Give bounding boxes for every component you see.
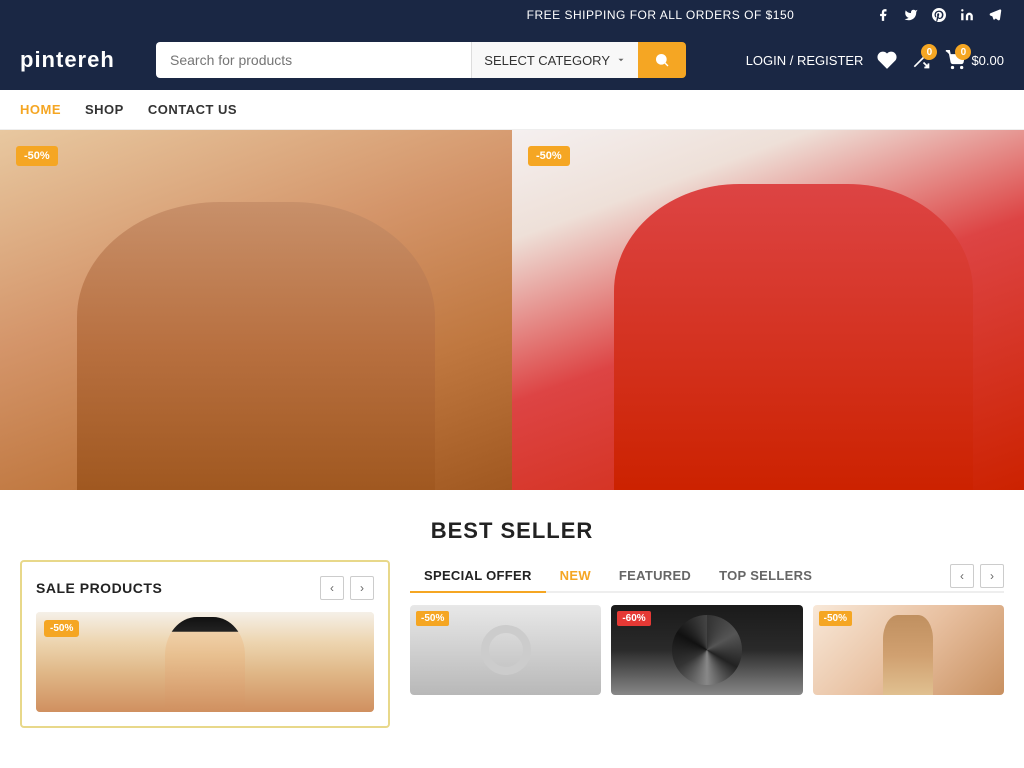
cart-button[interactable]: 0 $0.00 — [945, 50, 1004, 70]
offer-arrows: ‹ › — [950, 564, 1004, 588]
top-banner: FREE SHIPPING FOR ALL ORDERS OF $150 — [0, 0, 1024, 30]
header-right: LOGIN / REGISTER 0 0 $0.00 — [746, 50, 1004, 70]
sale-model-figure — [165, 617, 245, 712]
offer-prev-button[interactable]: ‹ — [950, 564, 974, 588]
hero-section: -50% -50% — [0, 130, 1024, 490]
offer-next-button[interactable]: › — [980, 564, 1004, 588]
header: pintereh SELECT CATEGORY LOGIN / REGISTE… — [0, 30, 1024, 90]
offer-product-2-badge: -60% — [617, 611, 650, 626]
compare-badge: 0 — [921, 44, 937, 60]
search-bar: SELECT CATEGORY — [156, 42, 686, 78]
sale-products-box: SALE PRODUCTS ‹ › -50% — [20, 560, 390, 728]
cart-amount: $0.00 — [971, 53, 1004, 68]
wishlist-button[interactable] — [877, 50, 897, 70]
nav-home[interactable]: HOME — [20, 102, 61, 117]
heart-icon — [877, 50, 897, 70]
nav-contact[interactable]: CONTACT US — [148, 102, 237, 117]
model-product-shape — [883, 615, 933, 695]
compare-button[interactable]: 0 — [911, 50, 931, 70]
offer-product-3-badge: -50% — [819, 611, 852, 626]
facebook-icon[interactable] — [874, 6, 892, 24]
category-dropdown[interactable]: SELECT CATEGORY — [471, 42, 638, 78]
hero-right-badge: -50% — [528, 146, 570, 166]
hero-right-image — [512, 130, 1024, 490]
hero-right: -50% — [512, 130, 1024, 490]
fan-product-shape — [672, 615, 742, 685]
special-offer-box: SPECIAL OFFER NEW FEATURED TOP SELLERS ‹… — [410, 560, 1004, 728]
twitter-icon[interactable] — [902, 6, 920, 24]
hero-left-image — [0, 130, 512, 490]
sale-products-arrows: ‹ › — [320, 576, 374, 600]
pinterest-icon[interactable] — [930, 6, 948, 24]
main-nav: HOME SHOP CONTACT US — [0, 90, 1024, 130]
linkedin-icon[interactable] — [958, 6, 976, 24]
cart-badge: 0 — [955, 44, 971, 60]
hero-left: -50% — [0, 130, 512, 490]
offer-product-1-image: -50% — [410, 605, 601, 695]
tab-top-sellers[interactable]: TOP SELLERS — [705, 560, 826, 591]
sale-products-header: SALE PRODUCTS ‹ › — [36, 576, 374, 600]
sale-next-button[interactable]: › — [350, 576, 374, 600]
sale-product-badge: -50% — [44, 620, 79, 637]
offer-product-3-image: -50% — [813, 605, 1004, 695]
best-seller-title: BEST SELLER — [0, 518, 1024, 544]
search-icon — [654, 52, 670, 68]
banner-text: FREE SHIPPING FOR ALL ORDERS OF $150 — [447, 8, 874, 22]
logo[interactable]: pintereh — [20, 47, 140, 73]
tab-featured[interactable]: FEATURED — [605, 560, 705, 591]
best-seller-section: BEST SELLER — [0, 490, 1024, 560]
offer-product-2-image: -60% — [611, 605, 802, 695]
chevron-down-icon — [616, 55, 626, 65]
offer-product-2: -60% — [611, 605, 802, 695]
offer-product-1: -50% — [410, 605, 601, 695]
hero-left-badge: -50% — [16, 146, 58, 166]
tab-new[interactable]: NEW — [546, 560, 605, 591]
category-label: SELECT CATEGORY — [484, 53, 610, 68]
sale-product-image: -50% — [36, 612, 374, 712]
sale-prev-button[interactable]: ‹ — [320, 576, 344, 600]
search-button[interactable] — [638, 42, 686, 78]
telegram-icon[interactable] — [986, 6, 1004, 24]
sale-products-title: SALE PRODUCTS — [36, 580, 162, 596]
offer-product-1-badge: -50% — [416, 611, 449, 626]
nav-shop[interactable]: SHOP — [85, 102, 124, 117]
offer-products: -50% -60% -50% — [410, 605, 1004, 695]
special-offer-header: SPECIAL OFFER NEW FEATURED TOP SELLERS ‹… — [410, 560, 1004, 593]
search-input[interactable] — [156, 42, 471, 78]
ring-product-shape — [481, 625, 531, 675]
tab-special-offer[interactable]: SPECIAL OFFER — [410, 560, 546, 593]
products-section: SALE PRODUCTS ‹ › -50% SPECIAL OFFER NEW… — [0, 560, 1024, 748]
offer-product-3: -50% — [813, 605, 1004, 695]
social-icons — [874, 6, 1004, 24]
login-register-link[interactable]: LOGIN / REGISTER — [746, 53, 864, 68]
